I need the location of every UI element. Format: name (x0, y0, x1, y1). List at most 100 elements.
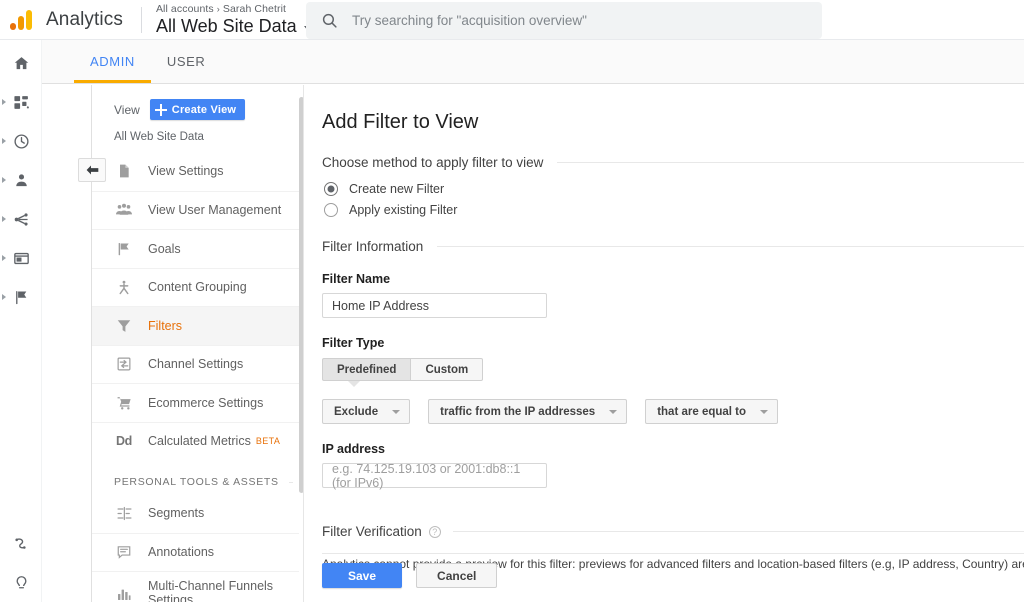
tab-admin[interactable]: ADMIN (74, 39, 151, 83)
sidebar-item-label: Channel Settings (148, 357, 244, 372)
selected-tab-pointer-icon (348, 381, 360, 387)
filter-match-dropdown[interactable]: that are equal to (645, 399, 779, 424)
chevron-down-icon (609, 409, 618, 414)
rail-item-audience[interactable] (0, 164, 42, 196)
sidebar-item-label: Filters (148, 318, 183, 333)
top-bar: Analytics All accounts › Sarah Chetrit All… (0, 0, 1024, 40)
legend-rule (557, 162, 1024, 163)
rail-item-conversions[interactable] (0, 281, 42, 313)
breadcrumb: All accounts › Sarah Chetrit (156, 3, 312, 16)
rail-item-discover[interactable] (0, 566, 42, 598)
rail-item-attribution[interactable] (0, 527, 42, 559)
sidebar-item-label: Content Grouping (148, 280, 247, 295)
filter-verb-value: Exclude (334, 405, 379, 418)
chevron-right-icon (2, 138, 6, 144)
radio-apply-existing-filter[interactable]: Apply existing Filter (322, 203, 1024, 217)
funnel-icon (114, 316, 134, 336)
radio-create-new-filter-control[interactable] (324, 182, 338, 196)
annotation-bubble-icon (114, 542, 134, 562)
filter-name-value: Home IP Address (332, 298, 430, 313)
filter-type-custom-label: Custom (425, 363, 469, 376)
chevron-down-icon (392, 409, 401, 414)
chevron-right-icon (2, 216, 6, 222)
filter-verification-legend-row: Filter Verification ? (322, 524, 1024, 539)
bar-chart-icon (114, 584, 134, 602)
sidebar-item-goals[interactable]: Goals (92, 229, 303, 268)
rail-item-acquisition[interactable] (0, 203, 42, 235)
tab-user-label: USER (166, 53, 206, 69)
logo-bar-small-icon (10, 22, 16, 30)
footer-divider (322, 553, 1024, 554)
sidebar-item-segments[interactable]: Segments (92, 494, 303, 533)
filter-subject-value: traffic from the IP addresses (440, 405, 596, 418)
analytics-logo[interactable] (0, 0, 42, 40)
filter-verb-dropdown[interactable]: Exclude (322, 399, 411, 424)
sidebar-item-label: Calculated Metrics (148, 434, 251, 449)
cancel-button-label: Cancel (437, 568, 477, 583)
tab-user[interactable]: USER (151, 39, 222, 83)
main-content-panel: Add Filter to View Choose method to appl… (304, 85, 1024, 602)
sidebar-item-label: Multi-Channel Funnels Settings (148, 579, 274, 602)
radio-create-new-filter[interactable]: Create new Filter (322, 182, 1024, 196)
breadcrumb-all-accounts[interactable]: All accounts (156, 3, 214, 15)
radio-apply-existing-filter-label: Apply existing Filter (349, 203, 458, 217)
flag-icon (114, 239, 134, 259)
tab-admin-label: ADMIN (90, 53, 135, 69)
sidebar-item-ecommerce-settings[interactable]: Ecommerce Settings (92, 383, 303, 422)
create-view-button[interactable]: Create View (149, 99, 246, 120)
breadcrumb-user[interactable]: Sarah Chetrit (223, 3, 286, 15)
radio-apply-existing-filter-control[interactable] (324, 203, 338, 217)
save-button-label: Save (348, 568, 377, 583)
save-button[interactable]: Save (322, 563, 403, 588)
sidebar-item-channel-settings[interactable]: Channel Settings (92, 344, 303, 384)
plus-icon (154, 103, 167, 116)
rail-item-realtime[interactable] (0, 125, 42, 157)
google-analytics-admin-screen: Analytics All accounts › Sarah Chetrit All… (0, 0, 1024, 602)
rail-item-home[interactable] (0, 47, 42, 79)
segments-icon (114, 503, 134, 523)
search-bar[interactable]: Try searching for "acquisition overview" (306, 2, 822, 39)
help-icon[interactable]: ? (428, 525, 441, 538)
dd-icon: Dd (115, 434, 133, 449)
search-input[interactable]: Try searching for "acquisition overview" (352, 13, 587, 28)
sidebar-current-view-name: All Web Site Data (114, 131, 204, 143)
rail-item-behavior[interactable] (0, 242, 42, 274)
filter-info-legend-row: Filter Information (322, 239, 1024, 254)
filter-name-input[interactable]: Home IP Address (322, 293, 547, 318)
collapse-back-button[interactable] (78, 158, 106, 182)
sidebar-item-multi-channel-funnels-settings[interactable]: Multi-Channel Funnels Settings (92, 571, 303, 602)
filter-type-custom-button[interactable]: Custom (411, 358, 484, 381)
ip-address-placeholder: e.g. 74.125.19.103 or 2001:db8::1 (for I… (332, 461, 521, 490)
rail-item-customization[interactable] (0, 86, 42, 118)
document-icon (114, 161, 134, 181)
sidebar-section-title: PERSONAL TOOLS & ASSETS (114, 476, 279, 488)
sidebar-item-filters[interactable]: Filters (92, 306, 303, 345)
sidebar-item-calculated-metrics[interactable]: Dd Calculated Metrics BETA (92, 421, 303, 461)
chevron-right-icon (2, 177, 6, 183)
sidebar-section-personal-tools: PERSONAL TOOLS & ASSETS (92, 460, 303, 494)
users-group-icon (114, 200, 134, 220)
legend-rule (437, 246, 1024, 247)
sidebar-item-view-settings[interactable]: View Settings (92, 152, 303, 191)
filter-type-label: Filter Type (322, 336, 385, 350)
channel-settings-icon (114, 354, 134, 374)
legend-rule (452, 531, 1024, 532)
view-settings-sidebar: View Create View All Web Site Data View … (92, 85, 303, 602)
filter-type-predefined-label: Predefined (337, 363, 397, 376)
admin-tab-bar: ADMIN USER (42, 40, 1024, 84)
sidebar-item-label: View User Management (148, 203, 282, 218)
filter-subject-dropdown[interactable]: traffic from the IP addresses (428, 399, 628, 424)
sidebar-item-label: Ecommerce Settings (148, 395, 264, 410)
sidebar-item-annotations[interactable]: Annotations (92, 532, 303, 572)
sidebar-item-content-grouping[interactable]: Content Grouping (92, 267, 303, 307)
cancel-button[interactable]: Cancel (416, 563, 498, 588)
account-selector[interactable]: All accounts › Sarah Chetrit All Web Site … (156, 3, 312, 37)
footer-button-row: Save Cancel (322, 563, 498, 588)
ip-address-input[interactable]: e.g. 74.125.19.103 or 2001:db8::1 (for I… (322, 461, 547, 490)
filter-type-predefined-button[interactable]: Predefined (322, 358, 412, 381)
sidebar-item-view-user-management[interactable]: View User Management (92, 190, 303, 230)
sidebar-item-label: Goals (148, 241, 181, 256)
property-view-name[interactable]: All Web Site Data (156, 16, 297, 37)
sidebar-column-label: View (114, 102, 140, 117)
filter-match-value: that are equal to (657, 405, 747, 418)
